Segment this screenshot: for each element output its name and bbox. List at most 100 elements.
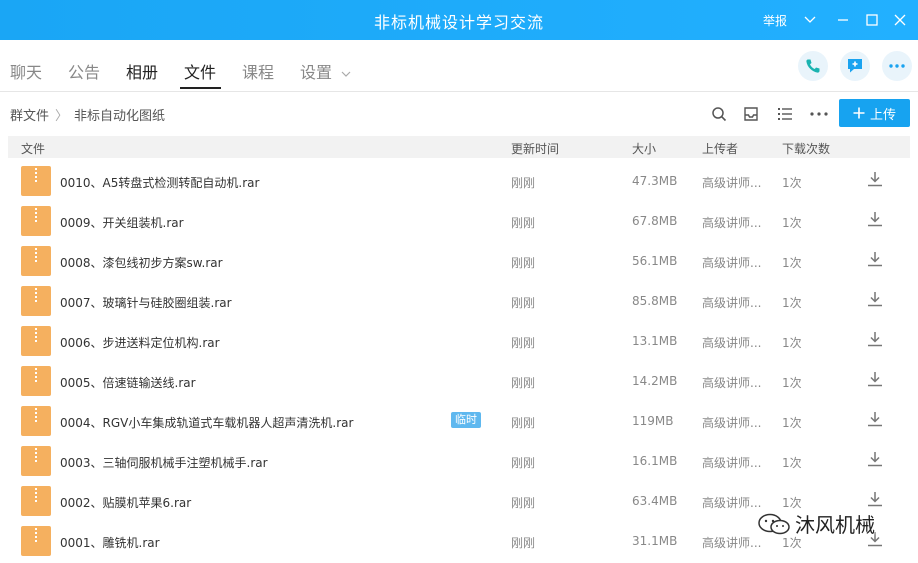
list-view-icon[interactable] bbox=[775, 104, 795, 124]
chevron-down-icon[interactable] bbox=[800, 10, 820, 30]
table-row[interactable]: 0007、玻璃针与硅胶圈组装.rar 刚刚 85.8MB 高级讲师... 1次 bbox=[8, 280, 910, 320]
file-name[interactable]: 0008、漆包线初步方案sw.rar bbox=[60, 254, 223, 271]
download-icon[interactable] bbox=[866, 250, 888, 272]
tab-chat[interactable]: 聊天 bbox=[10, 59, 42, 83]
file-name[interactable]: 0001、雕铣机.rar bbox=[60, 534, 160, 551]
uploader-name[interactable]: 高级讲师... bbox=[702, 334, 761, 351]
temporary-badge: 临时 bbox=[451, 412, 481, 428]
active-tab-indicator bbox=[180, 87, 221, 89]
zip-file-icon bbox=[21, 246, 51, 276]
upload-button[interactable]: 上传 bbox=[839, 99, 910, 127]
table-row[interactable]: 0006、步进送料定位机构.rar 刚刚 13.1MB 高级讲师... 1次 bbox=[8, 320, 910, 360]
update-time: 刚刚 bbox=[511, 416, 536, 430]
update-time: 刚刚 bbox=[511, 496, 536, 510]
zip-file-icon bbox=[21, 366, 51, 396]
file-name[interactable]: 0004、RGV小车集成轨道式车载机器人超声清洗机.rar bbox=[60, 414, 353, 431]
file-size: 47.3MB bbox=[632, 174, 678, 188]
file-name[interactable]: 0002、贴膜机苹果6.rar bbox=[60, 494, 191, 511]
tab-courses[interactable]: 课程 bbox=[242, 59, 274, 83]
uploader-name[interactable]: 高级讲师... bbox=[702, 254, 761, 271]
file-size: 119MB bbox=[632, 414, 674, 428]
download-count: 1次 bbox=[782, 416, 802, 430]
breadcrumb-separator: 〉 bbox=[55, 109, 69, 124]
header-uploader[interactable]: 上传者 bbox=[702, 140, 738, 157]
wechat-logo-icon bbox=[758, 513, 790, 534]
more-options-icon[interactable] bbox=[809, 104, 829, 124]
zip-file-icon bbox=[21, 166, 51, 196]
tab-album[interactable]: 相册 bbox=[126, 59, 158, 83]
uploader-name[interactable]: 高级讲师... bbox=[702, 174, 761, 191]
zip-file-icon bbox=[21, 206, 51, 236]
maximize-icon[interactable] bbox=[862, 10, 882, 30]
header-time[interactable]: 更新时间 bbox=[511, 140, 559, 157]
header-size[interactable]: 大小 bbox=[632, 140, 656, 157]
phone-button[interactable] bbox=[798, 51, 828, 81]
header-downloads[interactable]: 下载次数 bbox=[782, 140, 830, 157]
table-row[interactable]: 0010、A5转盘式检测转配自动机.rar 刚刚 47.3MB 高级讲师... … bbox=[8, 160, 910, 200]
tab-settings[interactable]: 设置 bbox=[300, 59, 351, 83]
upload-label: 上传 bbox=[869, 107, 896, 123]
file-size: 56.1MB bbox=[632, 254, 678, 268]
add-member-icon bbox=[848, 59, 862, 73]
update-time: 刚刚 bbox=[511, 456, 536, 470]
uploader-name[interactable]: 高级讲师... bbox=[702, 214, 761, 231]
tab-settings-label: 设置 bbox=[300, 63, 333, 82]
uploader-name[interactable]: 高级讲师... bbox=[702, 294, 761, 311]
download-icon[interactable] bbox=[866, 330, 888, 352]
search-icon[interactable] bbox=[709, 104, 729, 124]
uploader-name[interactable]: 高级讲师... bbox=[702, 494, 761, 511]
table-row[interactable]: 0008、漆包线初步方案sw.rar 刚刚 56.1MB 高级讲师... 1次 bbox=[8, 240, 910, 280]
minimize-icon[interactable] bbox=[833, 10, 853, 30]
download-count: 1次 bbox=[782, 336, 802, 350]
add-button[interactable] bbox=[840, 51, 870, 81]
table-row[interactable]: 0009、开关组装机.rar 刚刚 67.8MB 高级讲师... 1次 bbox=[8, 200, 910, 240]
file-name[interactable]: 0003、三轴伺服机械手注塑机械手.rar bbox=[60, 454, 268, 471]
zip-file-icon bbox=[21, 406, 51, 436]
update-time: 刚刚 bbox=[511, 336, 536, 350]
report-link[interactable]: 举报 bbox=[763, 12, 787, 29]
file-name[interactable]: 0009、开关组装机.rar bbox=[60, 214, 184, 231]
phone-icon bbox=[806, 59, 820, 73]
file-size: 13.1MB bbox=[632, 334, 678, 348]
download-icon[interactable] bbox=[866, 450, 888, 472]
uploader-name[interactable]: 高级讲师... bbox=[702, 454, 761, 471]
download-icon[interactable] bbox=[866, 410, 888, 432]
update-time: 刚刚 bbox=[511, 216, 536, 230]
table-row[interactable]: 0003、三轴伺服机械手注塑机械手.rar 刚刚 16.1MB 高级讲师... … bbox=[8, 440, 910, 480]
file-size: 67.8MB bbox=[632, 214, 678, 228]
zip-file-icon bbox=[21, 326, 51, 356]
download-icon[interactable] bbox=[866, 210, 888, 232]
watermark: 沐风机械 bbox=[757, 509, 875, 538]
zip-file-icon bbox=[21, 286, 51, 316]
download-count: 1次 bbox=[782, 256, 802, 270]
uploader-name[interactable]: 高级讲师... bbox=[702, 374, 761, 391]
download-icon[interactable] bbox=[866, 370, 888, 392]
close-icon[interactable] bbox=[890, 10, 910, 30]
uploader-name[interactable]: 高级讲师... bbox=[702, 534, 761, 551]
download-icon[interactable] bbox=[866, 170, 888, 192]
table-row[interactable]: 0004、RGV小车集成轨道式车载机器人超声清洗机.rar 临时 刚刚 119M… bbox=[8, 400, 910, 440]
inbox-icon[interactable] bbox=[741, 104, 761, 124]
more-icon bbox=[889, 64, 905, 68]
uploader-name[interactable]: 高级讲师... bbox=[702, 414, 761, 431]
update-time: 刚刚 bbox=[511, 376, 536, 390]
download-count: 1次 bbox=[782, 456, 802, 470]
plus-icon bbox=[853, 107, 865, 119]
download-count: 1次 bbox=[782, 176, 802, 190]
tab-bar: 聊天 公告 相册 文件 课程 设置 bbox=[0, 40, 918, 92]
file-name[interactable]: 0010、A5转盘式检测转配自动机.rar bbox=[60, 174, 259, 191]
header-file[interactable]: 文件 bbox=[21, 140, 45, 157]
file-size: 63.4MB bbox=[632, 494, 678, 508]
file-name[interactable]: 0006、步进送料定位机构.rar bbox=[60, 334, 220, 351]
breadcrumb-root[interactable]: 群文件 bbox=[10, 109, 49, 124]
file-size: 14.2MB bbox=[632, 374, 678, 388]
update-time: 刚刚 bbox=[511, 176, 536, 190]
table-row[interactable]: 0005、倍速链输送线.rar 刚刚 14.2MB 高级讲师... 1次 bbox=[8, 360, 910, 400]
tab-files[interactable]: 文件 bbox=[184, 59, 216, 83]
tab-announcement[interactable]: 公告 bbox=[68, 59, 100, 83]
file-name[interactable]: 0005、倍速链输送线.rar bbox=[60, 374, 196, 391]
chevron-down-icon bbox=[341, 71, 351, 77]
file-name[interactable]: 0007、玻璃针与硅胶圈组装.rar bbox=[60, 294, 232, 311]
more-button[interactable] bbox=[882, 51, 912, 81]
download-icon[interactable] bbox=[866, 290, 888, 312]
